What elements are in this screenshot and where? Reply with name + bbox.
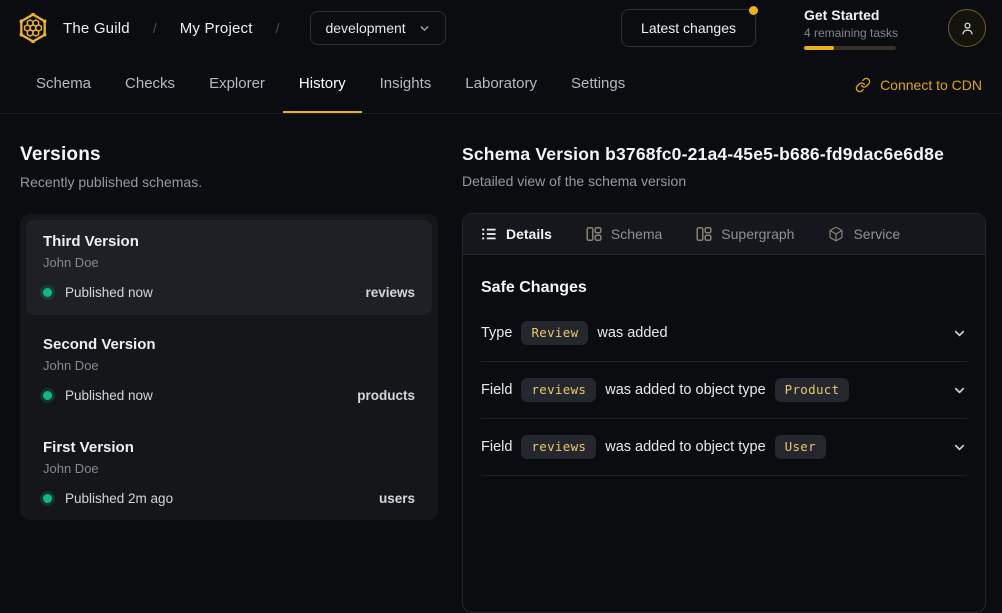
schema-version-title: Schema Version b3768fc0-21a4-45e5-b686-f… (462, 144, 986, 165)
versions-subtitle: Recently published schemas. (20, 174, 438, 190)
tab-laboratory[interactable]: Laboratory (449, 56, 553, 113)
change-code-badge: Review (521, 321, 588, 345)
service-name: reviews (365, 285, 415, 300)
change-prefix: Type (481, 325, 512, 341)
person-icon (959, 20, 976, 37)
tab-service[interactable]: Service (828, 226, 900, 242)
change-middle: was added (597, 325, 667, 341)
get-started-progress-fill (804, 46, 834, 50)
published-label: Published now (65, 285, 153, 300)
version-author: John Doe (43, 358, 415, 373)
panels-icon (586, 226, 602, 242)
cube-icon (828, 226, 844, 242)
published-label: Published now (65, 388, 153, 403)
change-middle: was added to object type (605, 439, 765, 455)
chevron-down-icon (952, 440, 967, 455)
latest-changes-label: Latest changes (641, 20, 736, 36)
get-started-progressbar (804, 46, 896, 50)
tab-details[interactable]: Details (481, 226, 552, 242)
versions-list: Third Version John Doe Published now rev… (20, 214, 438, 520)
tab-insights[interactable]: Insights (364, 56, 448, 113)
tab-explorer[interactable]: Explorer (193, 56, 281, 113)
versions-title: Versions (20, 144, 438, 166)
detail-tab-bar: Details Schema Sup (463, 214, 985, 255)
published-status-dot (43, 288, 52, 297)
published-status-dot (43, 391, 52, 400)
version-list-item[interactable]: First Version John Doe Published 2m ago … (26, 426, 432, 521)
hive-logo-icon[interactable] (16, 11, 50, 45)
version-list-item[interactable]: Second Version John Doe Published now pr… (26, 323, 432, 418)
safe-changes-heading: Safe Changes (481, 279, 967, 297)
tab-schema-view[interactable]: Schema (586, 226, 662, 242)
published-label: Published 2m ago (65, 491, 173, 506)
tab-schema[interactable]: Schema (20, 56, 107, 113)
notification-dot (749, 6, 758, 15)
service-name: products (357, 388, 415, 403)
latest-changes-button[interactable]: Latest changes (621, 9, 756, 47)
connect-to-cdn-link[interactable]: Connect to CDN (855, 56, 982, 113)
change-code-badge: reviews (521, 435, 596, 459)
list-icon (481, 226, 497, 242)
versions-panel: Versions Recently published schemas. Thi… (20, 144, 438, 613)
get-started-widget[interactable]: Get Started 4 remaining tasks (804, 7, 900, 50)
change-prefix: Field (481, 382, 512, 398)
change-row[interactable]: Type Review was added (481, 305, 967, 362)
tab-history[interactable]: History (283, 56, 362, 113)
chevron-down-icon (418, 22, 431, 35)
change-type-badge: User (775, 435, 826, 459)
target-selector-dropdown[interactable]: development (310, 11, 445, 45)
change-row[interactable]: Field reviews was added to object type U… (481, 419, 967, 476)
tab-supergraph[interactable]: Supergraph (696, 226, 794, 242)
link-icon (855, 77, 871, 93)
breadcrumb-project[interactable]: My Project (180, 20, 253, 37)
breadcrumb-separator: / (276, 20, 280, 36)
tab-details-label: Details (506, 226, 552, 242)
user-avatar[interactable] (948, 9, 986, 47)
get-started-title: Get Started (804, 7, 900, 23)
panels-icon (696, 226, 712, 242)
change-prefix: Field (481, 439, 512, 455)
schema-version-detail-box: Details Schema Sup (462, 213, 986, 613)
version-list-item[interactable]: Third Version John Doe Published now rev… (26, 220, 432, 315)
schema-version-subtitle: Detailed view of the schema version (462, 173, 986, 189)
version-author: John Doe (43, 461, 415, 476)
tab-service-label: Service (853, 226, 900, 242)
connect-to-cdn-label: Connect to CDN (880, 77, 982, 93)
version-name: First Version (43, 439, 415, 456)
change-type-badge: Product (775, 378, 850, 402)
breadcrumb-separator: / (153, 20, 157, 36)
target-selector-value: development (325, 20, 405, 36)
change-row[interactable]: Field reviews was added to object type P… (481, 362, 967, 419)
version-name: Second Version (43, 336, 415, 353)
top-header: The Guild / My Project / development Lat… (0, 0, 1002, 56)
get-started-subtitle: 4 remaining tasks (804, 26, 900, 40)
version-author: John Doe (43, 255, 415, 270)
chevron-down-icon (952, 326, 967, 341)
schema-version-panel: Schema Version b3768fc0-21a4-45e5-b686-f… (462, 144, 986, 613)
version-name: Third Version (43, 233, 415, 250)
chevron-down-icon (952, 383, 967, 398)
tab-settings[interactable]: Settings (555, 56, 641, 113)
tab-schema-view-label: Schema (611, 226, 662, 242)
tab-checks[interactable]: Checks (109, 56, 191, 113)
project-nav: Schema Checks Explorer History Insights … (0, 56, 1002, 114)
change-code-badge: reviews (521, 378, 596, 402)
change-middle: was added to object type (605, 382, 765, 398)
service-name: users (379, 491, 415, 506)
tab-supergraph-label: Supergraph (721, 226, 794, 242)
breadcrumb-org[interactable]: The Guild (63, 20, 130, 37)
published-status-dot (43, 494, 52, 503)
breadcrumb: The Guild / My Project / development (16, 11, 446, 45)
